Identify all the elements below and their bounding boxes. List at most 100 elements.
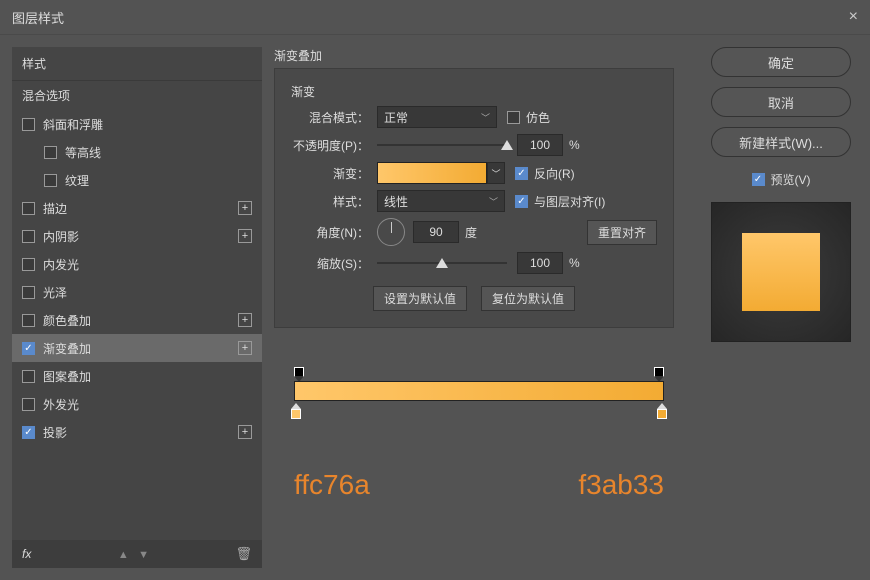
ok-button[interactable]: 确定 — [711, 47, 851, 77]
checkbox[interactable] — [22, 398, 35, 411]
add-icon[interactable] — [238, 229, 252, 243]
slider-thumb[interactable] — [436, 258, 448, 268]
default-buttons: 设置为默认值 复位为默认值 — [291, 286, 657, 311]
style-label: 斜面和浮雕 — [43, 116, 103, 133]
section-title: 渐变叠加 — [274, 47, 692, 64]
styles-header[interactable]: 样式 — [12, 47, 262, 81]
angle-label: 角度(N)： — [291, 224, 369, 241]
scale-input[interactable]: 100 — [517, 252, 563, 274]
center-panel: 渐变叠加 渐变 混合模式： 正常 ﹀ 仿色 不透明度(P)： 100 % — [274, 47, 692, 568]
dialog-content: 样式 混合选项 斜面和浮雕 等高线 纹理 描边 内阴影 内发光 — [0, 35, 870, 580]
styles-footer: fx ▲ ▼ 🗑 — [12, 540, 262, 568]
add-icon[interactable] — [238, 313, 252, 327]
style-row-satin[interactable]: 光泽 — [12, 278, 262, 306]
percent-label: % — [569, 138, 580, 152]
new-style-button[interactable]: 新建样式(W)... — [711, 127, 851, 157]
checkbox[interactable] — [22, 202, 35, 215]
blend-mode-dropdown[interactable]: 正常 ﹀ — [377, 106, 497, 128]
fx-icon[interactable]: fx — [22, 547, 31, 561]
checkbox[interactable] — [22, 370, 35, 383]
style-label: 渐变叠加 — [43, 340, 91, 357]
style-row-color-overlay[interactable]: 颜色叠加 — [12, 306, 262, 334]
style-row-inner-glow[interactable]: 内发光 — [12, 250, 262, 278]
checkbox[interactable] — [22, 230, 35, 243]
gradient-row: 渐变： ﹀ 反向(R) — [291, 162, 657, 184]
preview-checkbox[interactable] — [752, 173, 765, 186]
preview-label: 预览(V) — [771, 171, 811, 188]
gradient-swatch[interactable] — [377, 162, 487, 184]
reset-default-button[interactable]: 复位为默认值 — [481, 286, 575, 311]
slider-thumb[interactable] — [501, 140, 513, 150]
opacity-stop-right[interactable] — [654, 367, 664, 377]
style-label: 投影 — [43, 424, 67, 441]
cancel-button[interactable]: 取消 — [711, 87, 851, 117]
opacity-input[interactable]: 100 — [517, 134, 563, 156]
style-label: 外发光 — [43, 396, 79, 413]
gradient-bar[interactable] — [294, 381, 664, 401]
reset-align-button[interactable]: 重置对齐 — [587, 220, 657, 245]
style-row-inner-shadow[interactable]: 内阴影 — [12, 222, 262, 250]
style-row-contour[interactable]: 等高线 — [12, 138, 262, 166]
checkbox[interactable] — [22, 342, 35, 355]
checkbox[interactable] — [22, 258, 35, 271]
arrow-down-icon[interactable]: ▼ — [138, 549, 149, 561]
arrow-up-icon[interactable]: ▲ — [118, 549, 129, 561]
gradient-label: 渐变： — [291, 165, 369, 182]
color-stop-left[interactable] — [291, 403, 301, 421]
blending-options[interactable]: 混合选项 — [12, 81, 262, 110]
checkbox[interactable] — [22, 426, 35, 439]
degree-label: 度 — [465, 224, 477, 241]
style-row-stroke[interactable]: 描边 — [12, 194, 262, 222]
angle-dial[interactable] — [377, 218, 405, 246]
chevron-down-icon: ﹀ — [481, 111, 490, 124]
right-panel: 确定 取消 新建样式(W)... 预览(V) — [704, 47, 858, 568]
chevron-down-icon: ﹀ — [489, 195, 498, 208]
checkbox[interactable] — [22, 314, 35, 327]
style-label: 光泽 — [43, 284, 67, 301]
add-icon[interactable] — [238, 341, 252, 355]
blend-mode-label: 混合模式： — [291, 109, 369, 126]
set-default-button[interactable]: 设置为默认值 — [373, 286, 467, 311]
title-bar: 图层样式 × — [0, 0, 870, 35]
angle-input[interactable]: 90 — [413, 221, 459, 243]
style-label: 内阴影 — [43, 228, 79, 245]
style-row-texture[interactable]: 纹理 — [12, 166, 262, 194]
checkbox[interactable] — [22, 118, 35, 131]
checkbox[interactable] — [22, 286, 35, 299]
style-label: 等高线 — [65, 144, 101, 161]
opacity-stop-left[interactable] — [294, 367, 304, 377]
style-label: 颜色叠加 — [43, 312, 91, 329]
scale-slider[interactable] — [377, 262, 507, 264]
style-row-bevel[interactable]: 斜面和浮雕 — [12, 110, 262, 138]
add-icon[interactable] — [238, 425, 252, 439]
preview-swatch — [742, 233, 820, 311]
style-dropdown[interactable]: 线性 ﹀ — [377, 190, 505, 212]
style-row-outer-glow[interactable]: 外发光 — [12, 390, 262, 418]
checkbox[interactable] — [44, 146, 57, 159]
blend-mode-row: 混合模式： 正常 ﹀ 仿色 — [291, 106, 657, 128]
close-icon[interactable]: × — [849, 8, 858, 26]
style-row-gradient-overlay[interactable]: 渐变叠加 — [12, 334, 262, 362]
window-title: 图层样式 — [12, 8, 64, 27]
reverse-label: 反向(R) — [534, 165, 575, 182]
align-label: 与图层对齐(I) — [534, 193, 605, 210]
arrow-group: ▲ ▼ — [115, 547, 152, 561]
style-row: 样式： 线性 ﹀ 与图层对齐(I) — [291, 190, 657, 212]
checkbox[interactable] — [44, 174, 57, 187]
style-row-drop-shadow[interactable]: 投影 — [12, 418, 262, 446]
opacity-row: 不透明度(P)： 100 % — [291, 134, 657, 156]
opacity-slider[interactable] — [377, 144, 507, 146]
trash-icon[interactable]: 🗑 — [235, 546, 252, 562]
add-icon[interactable] — [238, 201, 252, 215]
style-value: 线性 — [384, 193, 408, 210]
preview-box — [711, 202, 851, 342]
color-stop-right[interactable] — [657, 403, 667, 421]
align-checkbox[interactable] — [515, 195, 528, 208]
scale-label: 缩放(S)： — [291, 255, 369, 272]
gradient-dropdown-arrow[interactable]: ﹀ — [487, 162, 505, 184]
style-row-pattern-overlay[interactable]: 图案叠加 — [12, 362, 262, 390]
percent-label: % — [569, 256, 580, 270]
dither-checkbox[interactable] — [507, 111, 520, 124]
reverse-checkbox[interactable] — [515, 167, 528, 180]
subsection-title: 渐变 — [291, 83, 657, 100]
